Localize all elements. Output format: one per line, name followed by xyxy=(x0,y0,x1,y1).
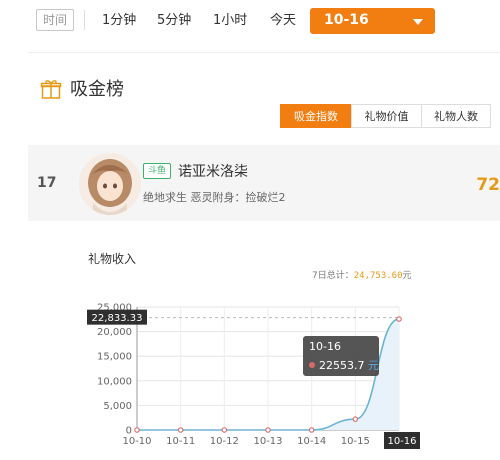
streamer-name[interactable]: 诺亚米洛柒 xyxy=(178,161,248,181)
streamer-description: 绝地求生 恶灵附身：捡破烂2 xyxy=(143,191,286,204)
section-title: 吸金榜 xyxy=(70,79,124,100)
tooltip-date: 10-16 xyxy=(309,340,341,353)
time-option-today[interactable]: 今天 xyxy=(270,10,296,32)
tab-gift-count[interactable]: 礼物人数 xyxy=(421,104,491,128)
tooltip-value: 22553.7 元 xyxy=(319,359,379,372)
data-point xyxy=(134,427,140,433)
time-filter-label: 时间 xyxy=(36,9,75,31)
date-select-value: 10-16 xyxy=(324,12,369,28)
avatar[interactable] xyxy=(79,153,141,215)
weekly-total-value: 24,753.60 xyxy=(353,271,403,281)
mark-line-label: 22,833.33 xyxy=(92,313,143,324)
data-point xyxy=(221,427,228,433)
data-point xyxy=(177,427,184,433)
x-tick-label: 10-11 xyxy=(166,436,195,447)
data-point xyxy=(396,316,402,322)
time-filter-separator xyxy=(84,10,85,30)
rank-value: 72 xyxy=(476,175,500,195)
gift-income-chart[interactable]: 05,00010,00015,00020,00025,00010-10 10-11… xyxy=(0,290,500,460)
y-tick-label: 5,000 xyxy=(103,401,132,412)
chart-title: 礼物收入 xyxy=(88,252,137,266)
weekly-total-label: 7日总计： xyxy=(312,271,354,281)
rank-number: 17 xyxy=(37,175,57,191)
time-option-1min[interactable]: 1分钟 xyxy=(102,10,136,32)
date-select[interactable]: 10-16 xyxy=(310,8,435,34)
data-point xyxy=(265,427,271,433)
x-tick-label: 10-12 xyxy=(210,436,239,447)
tooltip-marker xyxy=(309,362,315,368)
x-highlight-label: 10-16 xyxy=(387,436,416,447)
divider xyxy=(28,52,500,53)
x-tick-label: 10-14 xyxy=(297,436,326,447)
tab-gift-value[interactable]: 礼物价值 xyxy=(351,104,422,128)
data-point xyxy=(308,427,315,433)
y-tick-label: 20,000 xyxy=(97,327,132,338)
weekly-total: 7日总计：24,753.60元 xyxy=(312,268,412,281)
platform-badge: 斗鱼 xyxy=(143,163,172,179)
ranking-row[interactable]: 17 斗鱼 诺亚米洛柒 绝地求生 恶灵附身：捡破烂2 72 xyxy=(28,145,500,221)
x-tick-label: 10-13 xyxy=(253,436,282,447)
gift-icon xyxy=(40,80,62,99)
x-tick-label: 10-15 xyxy=(341,436,370,447)
tab-gold-index[interactable]: 吸金指数 xyxy=(280,104,352,128)
y-tick-label: 0 xyxy=(126,426,132,437)
y-tick-label: 15,000 xyxy=(97,352,132,363)
tooltip-unit: 元 xyxy=(368,359,379,372)
time-option-1hour[interactable]: 1小时 xyxy=(213,10,247,32)
data-point xyxy=(352,416,359,422)
chevron-down-icon xyxy=(413,19,423,25)
weekly-total-unit: 元 xyxy=(402,271,412,281)
time-filter-bar: 时间 1分钟 5分钟 1小时 今天 10-16 xyxy=(0,0,500,44)
time-option-5min[interactable]: 5分钟 xyxy=(157,10,191,32)
x-tick-label: 10-10 xyxy=(122,436,151,447)
y-tick-label: 10,000 xyxy=(97,376,132,387)
